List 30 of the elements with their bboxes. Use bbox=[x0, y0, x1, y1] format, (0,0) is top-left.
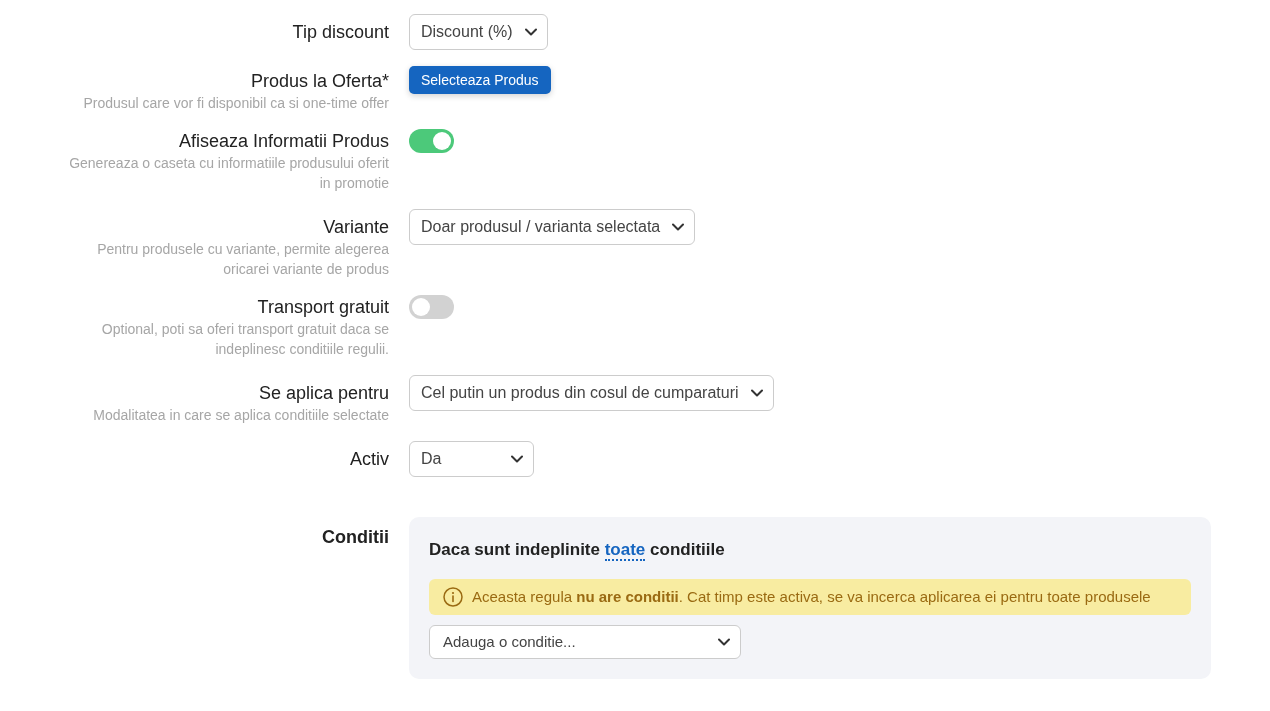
field-label: Activ bbox=[350, 448, 389, 471]
help-text: Modalitatea in care se aplica conditiile selectate bbox=[93, 406, 389, 425]
help-text: Produsul care vor fi disponibil ca si one-time offer bbox=[83, 94, 389, 113]
chevron-down-icon bbox=[524, 28, 537, 36]
field-label: Variante bbox=[323, 216, 389, 239]
chevron-down-icon bbox=[672, 223, 685, 231]
dropdown[interactable]: Doar produsul / varianta selectata bbox=[409, 209, 696, 245]
field-label: Produs la Oferta* bbox=[250, 70, 389, 93]
section-label: Conditii bbox=[322, 526, 389, 549]
chevron-down-icon bbox=[511, 455, 523, 463]
info-icon bbox=[443, 587, 463, 607]
toggle-switch[interactable] bbox=[409, 129, 454, 153]
help-text: Pentru produsele cu variante, permite alegerea oricarei variante de produs bbox=[97, 240, 389, 279]
field-label: Afiseaza Informatii Produs bbox=[178, 130, 389, 153]
chevron-down-icon bbox=[718, 638, 730, 646]
field-label: Tip discount bbox=[292, 21, 389, 44]
dropdown[interactable]: Adauga o conditie... bbox=[429, 625, 741, 659]
conditions-heading: Daca sunt indeplinite toate conditiile bbox=[429, 539, 725, 562]
help-text: Genereaza o caseta cu informatiile produsului oferit in promotie bbox=[69, 154, 389, 193]
dropdown[interactable]: Da bbox=[409, 441, 534, 477]
chevron-down-icon bbox=[750, 389, 763, 397]
field-label: Se aplica pentru bbox=[258, 382, 389, 405]
help-text: Optional, poti sa oferi transport gratuit daca se indeplinesc conditiile regulii. bbox=[101, 320, 389, 359]
link[interactable]: toate bbox=[604, 540, 646, 561]
alert-message: Aceasta regula nu are conditii. Cat timp este activa, se va incerca aplicarea ei pentru toate produsele bbox=[472, 586, 1151, 607]
field-label: Transport gratuit bbox=[257, 296, 389, 319]
dropdown[interactable]: Cel putin un produs din cosul de cumparaturi bbox=[409, 375, 774, 411]
select-product-button[interactable]: Selecteaza Produs bbox=[409, 66, 551, 94]
toggle-switch[interactable] bbox=[409, 295, 454, 319]
dropdown[interactable]: Discount (%) bbox=[409, 14, 548, 50]
